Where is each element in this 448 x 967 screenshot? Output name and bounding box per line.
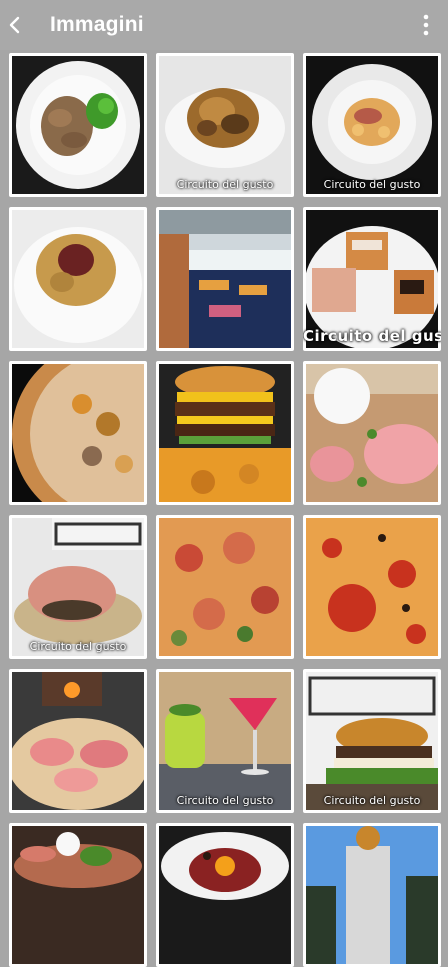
photo-pasta-ragu (12, 210, 144, 348)
gallery-image[interactable]: Circuito del gusto (156, 53, 294, 197)
photo-oven-prosciutto (12, 672, 144, 810)
watermark-text: Circuito del gusto (176, 178, 274, 191)
photo-pepperoni-pizza (306, 518, 438, 656)
watermark-text: Circuito del gusto (323, 794, 421, 807)
photo-platter (12, 826, 144, 964)
photo-tartare (159, 826, 291, 964)
photo-tagliatelle (159, 56, 291, 194)
watermark-text: Circuito del gusto (303, 327, 441, 345)
gallery-image[interactable] (9, 669, 147, 813)
gallery-image[interactable] (156, 361, 294, 505)
gallery-image[interactable] (156, 823, 294, 967)
photo-prosciutto-pizza (12, 518, 144, 656)
page-title: Immagini (50, 13, 144, 36)
gallery-image[interactable] (9, 53, 147, 197)
watermark-text: Circuito del gusto (323, 178, 421, 191)
photo-burger-sign (306, 672, 438, 810)
photo-gnocchi (306, 56, 438, 194)
overflow-menu-button[interactable] (414, 10, 438, 40)
gallery-image[interactable] (303, 361, 441, 505)
gallery-image[interactable] (9, 207, 147, 351)
back-button[interactable] (0, 0, 30, 50)
gallery-image[interactable] (303, 515, 441, 659)
chevron-left-icon (9, 16, 20, 34)
photo-veal-plate (12, 56, 144, 194)
photo-burrata-mortadella (306, 364, 438, 502)
more-vertical-icon (423, 14, 429, 36)
photo-dining-room (159, 210, 291, 348)
gallery-image[interactable] (156, 515, 294, 659)
gallery-image[interactable]: Circuito del gusto (303, 53, 441, 197)
gallery-image[interactable]: Circuito del gusto (303, 207, 441, 351)
photo-potato-pizza (12, 364, 144, 502)
photo-cocktails (159, 672, 291, 810)
photo-building (306, 826, 438, 964)
gallery-image[interactable]: Circuito del gusto (303, 669, 441, 813)
gallery-image[interactable] (156, 207, 294, 351)
image-gallery: Circuito del gusto Circuito del gusto Ci… (9, 53, 441, 967)
watermark-text: Circuito del gusto (29, 640, 127, 653)
photo-burger-fries (159, 364, 291, 502)
photo-pizza-closeup (159, 518, 291, 656)
watermark-text: Circuito del gusto (176, 794, 274, 807)
gallery-image[interactable]: Circuito del gusto (156, 669, 294, 813)
gallery-image[interactable] (9, 823, 147, 967)
gallery-image[interactable] (303, 823, 441, 967)
gallery-image[interactable] (9, 361, 147, 505)
app-bar: Immagini (0, 0, 448, 50)
gallery-image[interactable]: Circuito del gusto (9, 515, 147, 659)
